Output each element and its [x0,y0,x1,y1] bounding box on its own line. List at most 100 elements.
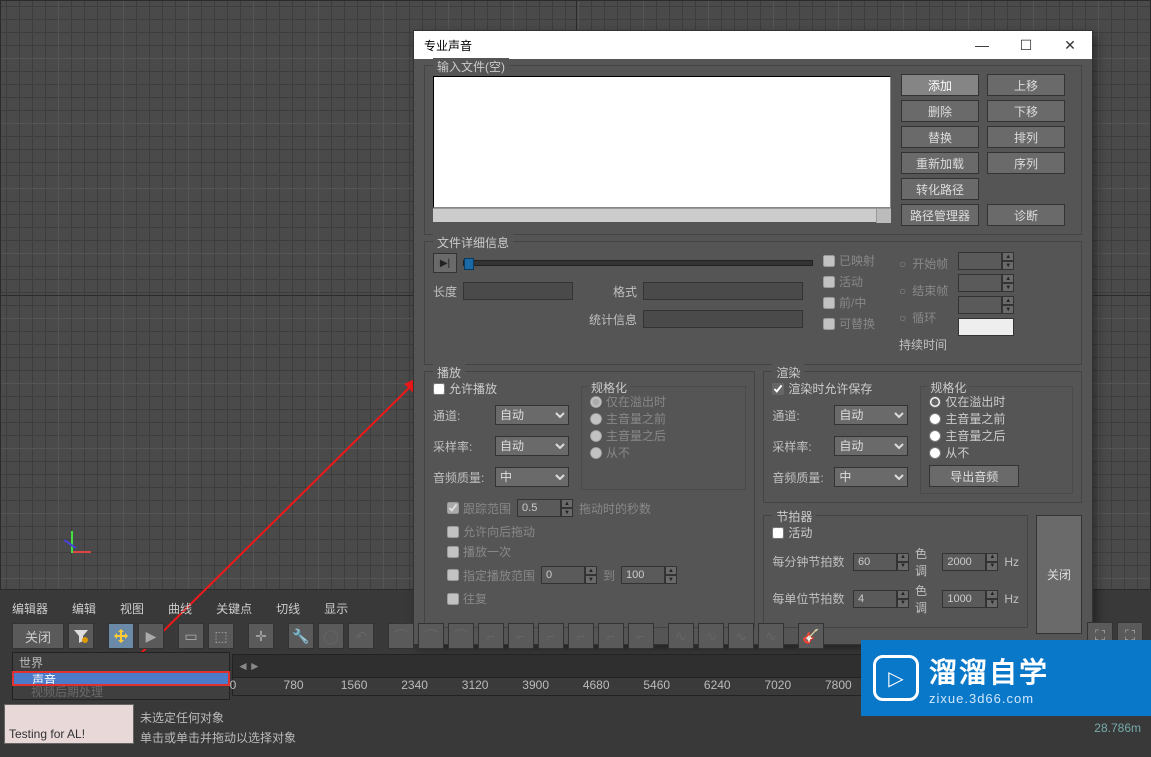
quality-label: 音频质量: [433,469,489,486]
play-icon-button[interactable]: ▶| [433,253,457,273]
channel-label: 通道: [433,407,489,424]
menu-keys[interactable]: 关键点 [216,600,252,620]
menu-edit[interactable]: 编辑 [72,600,96,620]
tone1-spinner[interactable]: ▲▼ [942,553,998,571]
rd-norm-r4[interactable]: 从不 [929,444,1064,461]
rd-norm-r3[interactable]: 主音量之后 [929,427,1064,444]
wrench-icon[interactable]: 🔧 [288,623,314,649]
dialog-title: 专业声音 [424,37,472,54]
playback-group: 播放 允许播放 通道: 自动 采样率: 自动 音频质量: 中 规格化 仅在溢出时 [424,371,755,628]
menu-curve[interactable]: 曲线 [168,600,192,620]
startframe-spinner[interactable]: ▲▼ [958,252,1014,270]
convert-path-button[interactable]: 转化路径 [901,178,979,200]
guitar-icon[interactable]: 🎸 [798,623,824,649]
tangent3-icon[interactable]: ⌒ [448,623,474,649]
close-window-button[interactable]: ✕ [1048,31,1092,59]
horizontal-scrollbar[interactable] [433,208,891,222]
tangent6-icon[interactable]: ⌐ [538,623,564,649]
file-listbox[interactable] [433,76,891,208]
curve1-icon[interactable]: ∿ [668,623,694,649]
filter-icon[interactable] [68,623,94,649]
tangent2-icon[interactable]: ⌒ [418,623,444,649]
tree-videopost[interactable]: 视频后期处理 [13,685,229,700]
ruler-tick: 4680 [583,678,610,692]
arrows-icon[interactable] [108,623,134,649]
bpm-spinner[interactable]: ▲▼ [853,553,909,571]
metronome-active-check[interactable]: 活动 [772,524,812,541]
track-range-check[interactable]: 跟踪范围 [447,500,511,517]
rd-norm-r2[interactable]: 主音量之前 [929,410,1064,427]
diagnose-button[interactable]: 诊断 [987,204,1065,226]
marquee-icon[interactable]: ▭ [178,623,204,649]
tangent8-icon[interactable]: ⌐ [598,623,624,649]
undo-icon[interactable]: ↶ [348,623,374,649]
tangent1-icon[interactable]: ⌒ [388,623,414,649]
tangent7-icon[interactable]: ⌐ [568,623,594,649]
playback-normalize-group: 规格化 仅在溢出时 主音量之前 主音量之后 从不 [581,386,746,490]
track-tree[interactable]: 世界 声音 视频后期处理 [12,652,230,700]
pb-norm-r3[interactable]: 主音量之后 [590,427,737,444]
tree-world[interactable]: 世界 [13,653,229,672]
range-from-spinner[interactable]: ▲▼ [541,566,597,584]
circle-icon[interactable]: ◯ [318,623,344,649]
sequence-button[interactable]: 序列 [987,152,1065,174]
endframe-spinner[interactable]: ▲▼ [958,274,1014,292]
allow-playback-check[interactable]: 允许播放 [433,380,569,397]
render-channel-select[interactable]: 自动 [834,405,908,425]
reload-button[interactable]: 重新加载 [901,152,979,174]
menu-view[interactable]: 视图 [120,600,144,620]
dialog-titlebar[interactable]: 专业声音 — ☐ ✕ [414,31,1092,59]
group-title: 播放 [433,364,465,381]
select-icon[interactable]: ⬚ [208,623,234,649]
alt-check[interactable]: 可替换 [823,315,875,332]
scrub-slider[interactable] [463,260,813,266]
move-down-button[interactable]: 下移 [987,100,1065,122]
watermark: ▷ 溜溜自学 zixue.3d66.com [861,640,1151,716]
allow-back-check[interactable]: 允许向后拖动 [447,523,746,540]
channel-select[interactable]: 自动 [495,405,569,425]
curve4-icon[interactable]: ∿ [758,623,784,649]
path-manager-button[interactable]: 路径管理器 [901,204,979,226]
arrange-button[interactable]: 排列 [987,126,1065,148]
add-button[interactable]: 添加 [901,74,979,96]
tree-sound[interactable]: 声音 [12,671,230,686]
render-quality-select[interactable]: 中 [834,467,908,487]
mapped-check[interactable]: 已映射 [823,252,875,269]
move-up-button[interactable]: 上移 [987,74,1065,96]
close-panel-button[interactable]: 关闭 [12,623,64,649]
render-samplerate-select[interactable]: 自动 [834,436,908,456]
replace-button[interactable]: 替换 [901,126,979,148]
curve2-icon[interactable]: ∿ [698,623,724,649]
active-check[interactable]: 活动 [823,273,875,290]
tangent9-icon[interactable]: ⌐ [628,623,654,649]
loop-spinner[interactable]: ▲▼ [958,296,1014,314]
ruler-tick: 3900 [522,678,549,692]
ruler-tick: 780 [284,678,304,692]
startframe-label: 开始帧 [912,255,948,272]
maximize-button[interactable]: ☐ [1004,31,1048,59]
watermark-logo-icon: ▷ [873,655,919,701]
prepost-check[interactable]: 前/中 [823,294,875,311]
curve3-icon[interactable]: ∿ [728,623,754,649]
timeline-playhead-icon[interactable]: ◄► [237,659,261,673]
ruler-tick: 5460 [643,678,670,692]
play-icon[interactable]: ▶ [138,623,164,649]
render-save-check[interactable]: 渲染时允许保存 [772,380,908,397]
tangent4-icon[interactable]: ⌐ [478,623,504,649]
pb-norm-r4[interactable]: 从不 [590,444,737,461]
export-audio-button[interactable]: 导出音频 [929,465,1019,487]
menu-editor[interactable]: 编辑器 [12,600,48,620]
menu-tangent[interactable]: 切线 [276,600,300,620]
track-range-spinner[interactable]: ▲▼ [517,499,573,517]
play-once-check[interactable]: 播放一次 [447,543,746,560]
quality-select[interactable]: 中 [495,467,569,487]
spec-range-check[interactable]: 指定播放范围 [447,567,535,584]
delete-button[interactable]: 删除 [901,100,979,122]
range-to-spinner[interactable]: ▲▼ [621,566,677,584]
cross-icon[interactable]: ✛ [248,623,274,649]
pb-norm-r2[interactable]: 主音量之前 [590,410,737,427]
menu-display[interactable]: 显示 [324,600,348,620]
tangent5-icon[interactable]: ⌐ [508,623,534,649]
samplerate-select[interactable]: 自动 [495,436,569,456]
minimize-button[interactable]: — [960,31,1004,59]
